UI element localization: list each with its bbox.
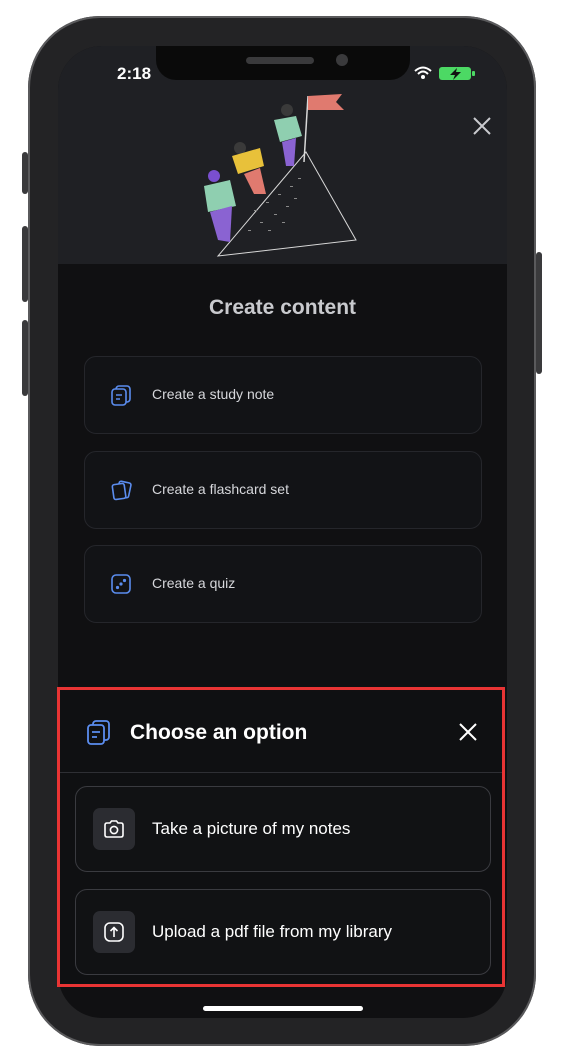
camera-icon-box <box>93 808 135 850</box>
flashcard-icon <box>111 480 132 501</box>
choose-option-sheet: Choose an option Take a picture of my no… <box>60 692 503 988</box>
note-icon <box>87 720 110 745</box>
front-camera <box>336 54 348 66</box>
upload-icon-box <box>93 911 135 953</box>
option-label: Take a picture of my notes <box>152 819 351 838</box>
upload-pdf-option[interactable]: Upload a pdf file from my library <box>75 889 491 975</box>
status-time: 2:18 <box>117 64 152 83</box>
option-label: Create a flashcard set <box>152 481 289 497</box>
power-button <box>536 252 542 374</box>
page-title: Create content <box>208 296 357 319</box>
option-flashcard-set[interactable]: Create a flashcard set <box>84 451 482 529</box>
side-button <box>22 152 28 194</box>
sheet-header: Choose an option <box>60 692 503 773</box>
volume-up-button <box>22 226 28 302</box>
notch <box>156 46 410 80</box>
close-icon[interactable] <box>456 720 480 744</box>
battery-icon <box>439 67 475 80</box>
wifi-icon <box>414 66 432 79</box>
close-icon[interactable] <box>470 114 494 138</box>
volume-down-button <box>22 320 28 396</box>
option-study-note[interactable]: Create a study note <box>84 356 482 434</box>
status-icons <box>414 66 475 80</box>
quiz-icon <box>111 574 131 594</box>
option-label: Upload a pdf file from my library <box>152 922 392 941</box>
option-label: Create a study note <box>152 386 275 402</box>
phone-screen: 2:18 Create content Create a study note … <box>58 46 507 1018</box>
home-indicator <box>203 1006 363 1011</box>
upload-icon <box>104 922 124 942</box>
climbing-illustration <box>204 94 357 257</box>
note-icon <box>111 385 131 406</box>
speaker <box>246 57 314 64</box>
camera-icon <box>104 820 124 838</box>
sheet-title: Choose an option <box>130 721 308 744</box>
take-picture-option[interactable]: Take a picture of my notes <box>75 786 491 872</box>
option-quiz[interactable]: Create a quiz <box>84 545 482 623</box>
option-label: Create a quiz <box>152 575 236 591</box>
